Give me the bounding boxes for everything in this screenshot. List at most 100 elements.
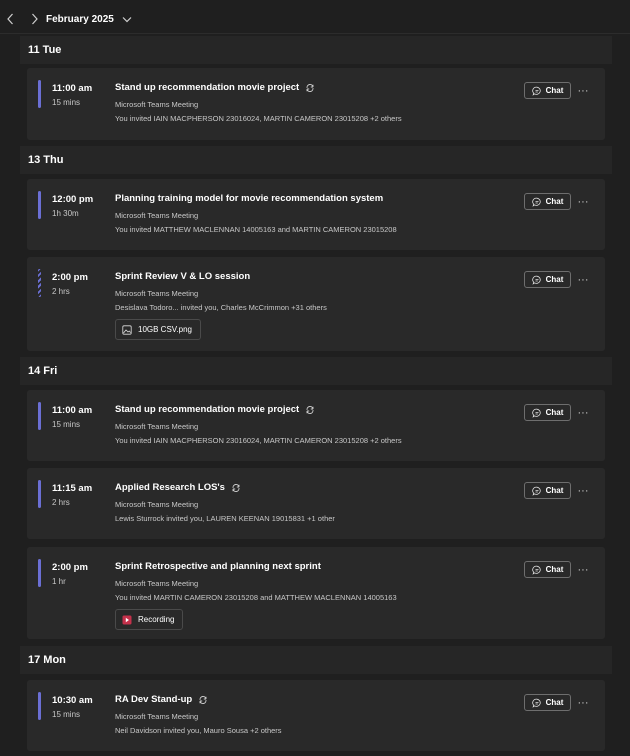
more-options-button[interactable]: ··· (575, 193, 591, 210)
chevron-left-icon (6, 13, 13, 25)
event-invitees: Neil Davidson invited you, Mauro Sousa +… (115, 726, 282, 735)
event-accent-bar (38, 480, 41, 508)
chat-button[interactable]: Chat (524, 271, 571, 288)
event-invitees: You invited MATTHEW MACLENNAN 14005163 a… (115, 225, 397, 234)
chat-button[interactable]: Chat (524, 561, 571, 578)
chat-button[interactable]: Chat (524, 82, 571, 99)
more-options-button[interactable]: ··· (575, 271, 591, 288)
month-dropdown-button[interactable] (120, 12, 134, 26)
chat-button[interactable]: Chat (524, 404, 571, 421)
month-label[interactable]: February 2025 (46, 14, 114, 25)
event-time: 11:00 am (52, 83, 93, 94)
more-options-button[interactable]: ··· (575, 694, 591, 711)
event-invitees: You invited IAIN MACPHERSON 23016024, MA… (115, 114, 402, 123)
meeting-type: Microsoft Teams Meeting (115, 712, 199, 721)
event-invitees: Desislava Todoro... invited you, Charles… (115, 303, 327, 312)
event-accent-bar (38, 402, 41, 430)
event-invitees: Lewis Sturrock invited you, LAUREN KEENA… (115, 514, 335, 523)
event-title[interactable]: Sprint Retrospective and planning next s… (115, 561, 321, 572)
event-card[interactable]: 2:00 pm 2 hrs Sprint Review V & LO sessi… (27, 257, 605, 351)
event-title[interactable]: RA Dev Stand-up (115, 694, 192, 705)
more-horizontal-icon: ··· (577, 406, 589, 419)
chat-button[interactable]: Chat (524, 482, 571, 499)
more-options-button[interactable]: ··· (575, 82, 591, 99)
chat-bubble-icon (531, 486, 541, 496)
event-accent-bar (38, 80, 41, 108)
event-duration: 1h 30m (52, 209, 79, 218)
meeting-type: Microsoft Teams Meeting (115, 422, 199, 431)
repeat-icon (198, 695, 208, 705)
event-title[interactable]: Applied Research LOS's (115, 482, 225, 493)
calendar-toolbar: February 2025 (0, 4, 630, 34)
event-card[interactable]: 11:00 am 15 mins Stand up recommendation… (27, 390, 605, 461)
chat-bubble-icon (531, 86, 541, 96)
chat-button[interactable]: Chat (524, 694, 571, 711)
day-group: 13 Thu 12:00 pm 1h 30m Planning training… (20, 146, 612, 357)
more-options-button[interactable]: ··· (575, 482, 591, 499)
recording-chip[interactable]: Recording (115, 609, 184, 630)
chat-button-label: Chat (545, 565, 564, 574)
event-duration: 2 hrs (52, 498, 70, 507)
event-accent-bar (38, 692, 41, 720)
event-duration: 15 mins (52, 710, 81, 719)
event-card[interactable]: 2:00 pm 1 hr Sprint Retrospective and pl… (27, 547, 605, 639)
previous-button[interactable] (0, 7, 20, 31)
chat-button-label: Chat (545, 275, 564, 284)
event-accent-bar-tentative (38, 269, 41, 297)
event-title[interactable]: Stand up recommendation movie project (115, 404, 299, 415)
event-accent-bar (38, 191, 41, 219)
event-title[interactable]: Sprint Review V & LO session (115, 271, 250, 282)
more-options-button[interactable]: ··· (575, 404, 591, 421)
event-title[interactable]: Planning training model for movie recomm… (115, 193, 383, 204)
day-group: 11 Tue 11:00 am 15 mins Stand up recomme… (20, 36, 612, 146)
chat-button-label: Chat (545, 86, 564, 95)
chat-bubble-icon (531, 698, 541, 708)
event-duration: 2 hrs (52, 287, 70, 296)
recording-label: Recording (138, 615, 175, 624)
event-card[interactable]: 12:00 pm 1h 30m Planning training model … (27, 179, 605, 250)
attachment-name: 10GB CSV.png (138, 325, 192, 334)
more-horizontal-icon: ··· (577, 195, 589, 208)
chat-button-label: Chat (545, 698, 564, 707)
chat-button-label: Chat (545, 197, 564, 206)
event-invitees: You invited MARTIN CAMERON 23015208 and … (115, 593, 397, 602)
day-header: 13 Thu (20, 146, 612, 174)
chat-bubble-icon (531, 275, 541, 285)
event-duration: 15 mins (52, 420, 81, 429)
chat-bubble-icon (531, 197, 541, 207)
day-group: 14 Fri 11:00 am 15 mins Stand up recomme… (20, 357, 612, 647)
more-horizontal-icon: ··· (577, 484, 589, 497)
chat-bubble-icon (531, 408, 541, 418)
more-options-button[interactable]: ··· (575, 561, 591, 578)
event-duration: 1 hr (52, 577, 66, 586)
next-button[interactable] (24, 7, 44, 31)
event-time: 11:15 am (52, 483, 93, 494)
more-horizontal-icon: ··· (577, 84, 589, 97)
attachment-chip[interactable]: 10GB CSV.png (115, 319, 201, 340)
more-horizontal-icon: ··· (577, 696, 589, 709)
day-header: 11 Tue (20, 36, 612, 64)
meeting-type: Microsoft Teams Meeting (115, 211, 199, 220)
meeting-type: Microsoft Teams Meeting (115, 579, 199, 588)
day-header: 17 Mon (20, 646, 612, 674)
day-group: 17 Mon 10:30 am 15 mins RA Dev Stand-up … (20, 646, 612, 754)
chat-button[interactable]: Chat (524, 193, 571, 210)
chat-bubble-icon (531, 565, 541, 575)
repeat-icon (305, 83, 315, 93)
event-card[interactable]: 11:15 am 2 hrs Applied Research LOS's Mi… (27, 468, 605, 539)
more-horizontal-icon: ··· (577, 273, 589, 286)
chat-button-label: Chat (545, 486, 564, 495)
event-card[interactable]: 10:30 am 15 mins RA Dev Stand-up Microso… (27, 680, 605, 751)
event-time: 12:00 pm (52, 194, 94, 205)
event-card[interactable]: 11:00 am 15 mins Stand up recommendation… (27, 68, 605, 140)
event-accent-bar (38, 559, 41, 587)
more-horizontal-icon: ··· (577, 563, 589, 576)
toolbar-divider (0, 33, 630, 34)
event-title[interactable]: Stand up recommendation movie project (115, 82, 299, 93)
play-recording-icon (122, 615, 132, 624)
event-time: 2:00 pm (52, 562, 88, 573)
chevron-right-icon (31, 13, 38, 25)
event-time: 2:00 pm (52, 272, 88, 283)
event-invitees: You invited IAIN MACPHERSON 23016024, MA… (115, 436, 402, 445)
chat-button-label: Chat (545, 408, 564, 417)
